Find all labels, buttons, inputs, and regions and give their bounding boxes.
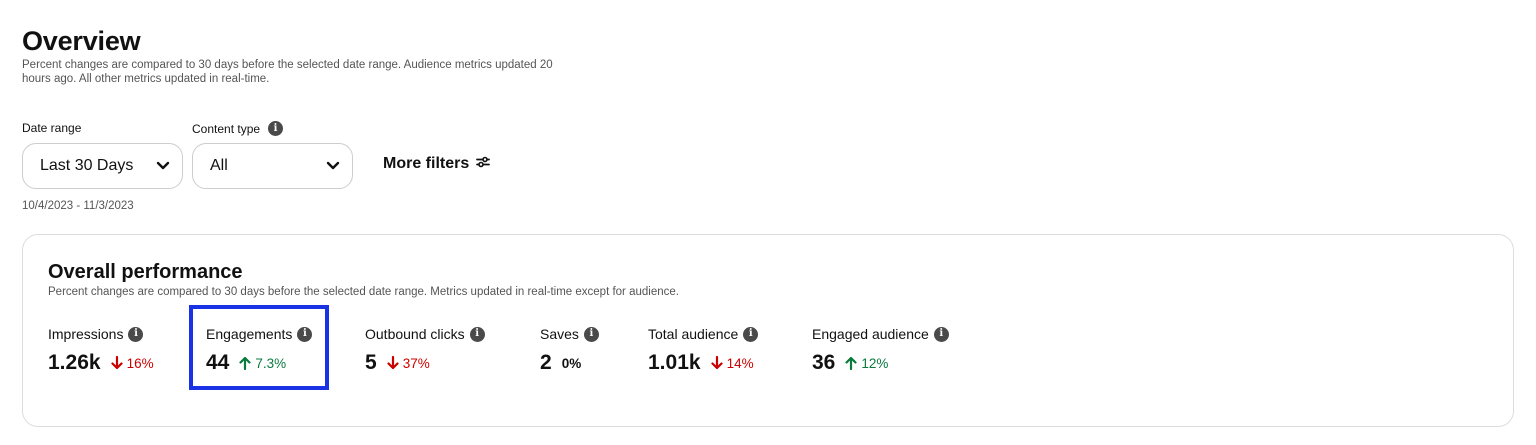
- chevron-down-icon: [326, 161, 340, 171]
- metric-label: Saves: [540, 326, 579, 342]
- metric-total-audience[interactable]: Total audience i 1.01k 14%: [648, 325, 759, 376]
- info-icon[interactable]: i: [933, 326, 949, 342]
- content-type-select[interactable]: All: [192, 143, 353, 189]
- metric-label: Impressions: [48, 326, 124, 342]
- more-filters-button[interactable]: More filters: [383, 155, 491, 173]
- metric-value: 5: [365, 351, 377, 374]
- selected-date-range-text: 10/4/2023 - 11/3/2023: [22, 200, 134, 212]
- selection-highlight: [189, 305, 329, 390]
- metric-value: 36: [812, 351, 836, 374]
- date-range-label: Date range: [22, 121, 81, 135]
- metric-value: 1.26k: [48, 351, 101, 374]
- content-type-value: All: [210, 157, 228, 174]
- content-type-label: Content type i: [192, 121, 284, 136]
- metric-change-value: 16%: [126, 355, 154, 371]
- metric-change: 37%: [387, 356, 430, 371]
- arrow-up-icon: [845, 356, 857, 370]
- metric-impressions[interactable]: Impressions i 1.26k 16%: [48, 325, 154, 376]
- metric-change: 12%: [845, 356, 888, 371]
- card-title: Overall performance: [48, 261, 243, 283]
- more-filters-label: More filters: [383, 155, 470, 172]
- metric-change: 14%: [710, 355, 754, 371]
- metric-engaged-audience[interactable]: Engaged audience i 36 12%: [812, 325, 949, 376]
- metric-change-value: 12%: [861, 355, 889, 371]
- overall-performance-card: Overall performance Percent changes are …: [22, 234, 1514, 427]
- arrow-down-icon: [110, 356, 123, 370]
- date-range-select[interactable]: Last 30 Days: [22, 143, 183, 189]
- arrow-down-icon: [710, 356, 723, 370]
- page-title: Overview: [22, 26, 141, 56]
- metric-change: 0%: [562, 356, 582, 371]
- metric-outbound-clicks[interactable]: Outbound clicks i 5 37%: [365, 325, 485, 376]
- metric-change: 16%: [110, 355, 154, 371]
- info-icon[interactable]: i: [469, 326, 485, 342]
- metric-label: Engaged audience: [812, 326, 929, 342]
- filter-sliders-icon: [476, 155, 491, 173]
- date-range-label-text: Date range: [22, 121, 82, 135]
- metric-change-value: 37%: [402, 355, 430, 371]
- metric-change-value: 0%: [561, 355, 582, 371]
- page-subtitle: Percent changes are compared to 30 days …: [22, 59, 553, 85]
- metric-label: Total audience: [648, 326, 739, 342]
- metric-change-value: 14%: [726, 355, 754, 371]
- content-type-label-text: Content type: [192, 121, 261, 136]
- card-subtitle: Percent changes are compared to 30 days …: [48, 286, 679, 298]
- metric-value: 2: [540, 351, 552, 374]
- metric-saves[interactable]: Saves i 2 0%: [540, 325, 599, 376]
- info-icon[interactable]: i: [128, 326, 144, 342]
- info-icon[interactable]: i: [743, 326, 759, 342]
- arrow-down-icon: [387, 356, 399, 370]
- metric-value: 1.01k: [648, 351, 701, 374]
- metric-label: Outbound clicks: [365, 326, 465, 342]
- info-icon[interactable]: i: [583, 326, 599, 342]
- info-icon[interactable]: i: [268, 121, 284, 136]
- chevron-down-icon: [156, 161, 170, 171]
- date-range-value: Last 30 Days: [40, 157, 134, 174]
